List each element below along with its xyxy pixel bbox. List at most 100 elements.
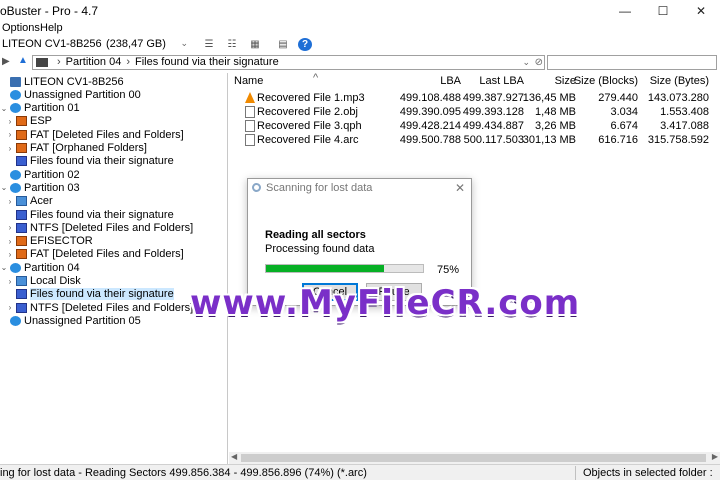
tree-item[interactable]: › NTFS [Deleted Files and Folders] xyxy=(6,301,194,314)
cell-size-bytes: 3.417.088 xyxy=(660,120,709,132)
table-row[interactable]: Recovered File 1.mp3 499.108.488 499.387.9… xyxy=(229,91,720,105)
cell-last-lba: 500.117.503 xyxy=(463,134,524,146)
status-divider xyxy=(575,466,576,480)
table-row[interactable]: Recovered File 2.obj 499.390.095 499.393.1… xyxy=(229,105,720,119)
tree-item[interactable]: ⌄ Partition 01 xyxy=(0,102,80,115)
column-name[interactable]: Name xyxy=(234,75,263,87)
expand-icon[interactable]: › xyxy=(6,303,14,312)
tree-item[interactable]: LITEON CV1-8B256 xyxy=(0,75,124,88)
tree-item-label: Unassigned Partition 00 xyxy=(24,88,141,101)
minimize-button[interactable]: — xyxy=(606,0,644,22)
expand-icon[interactable]: › xyxy=(6,144,14,153)
tree-item[interactable]: ⌄ Partition 03 xyxy=(0,181,80,194)
tree-item[interactable]: › ESP xyxy=(6,115,52,128)
table-row[interactable]: Recovered File 4.arc 499.500.788 500.117.5… xyxy=(229,133,720,147)
tree-item[interactable]: Partition 02 xyxy=(0,168,80,181)
scroll-thumb[interactable] xyxy=(241,454,706,462)
dialog-heading: Reading all sectors xyxy=(265,229,366,241)
tree-item-label: FAT [Deleted Files and Folders] xyxy=(30,248,184,261)
column-last-lba[interactable]: Last LBA xyxy=(479,75,524,87)
tree-item[interactable]: Unassigned Partition 00 xyxy=(0,88,141,101)
filesystem-icon xyxy=(16,249,27,260)
collapse-icon[interactable]: ⌄ xyxy=(0,183,8,192)
up-arrow-icon[interactable]: ▲ xyxy=(18,55,28,66)
sort-caret-icon: ^ xyxy=(313,72,319,84)
tree-item[interactable]: › FAT [Deleted Files and Folders] xyxy=(6,248,184,261)
maximize-button[interactable]: ☐ xyxy=(644,0,682,22)
status-bar: ing for lost data - Reading Sectors 499.… xyxy=(0,464,720,480)
partition-icon xyxy=(10,182,21,193)
tree-item-label: FAT [Deleted Files and Folders] xyxy=(30,128,184,141)
cell-size-blocks: 3.034 xyxy=(610,106,638,118)
horizontal-scrollbar[interactable]: ◀ ▶ xyxy=(229,452,720,464)
cell-lba: 499.390.095 xyxy=(399,106,461,118)
filesystem-icon xyxy=(16,116,27,127)
tree-item[interactable]: Files found via their signature xyxy=(6,155,174,168)
scroll-left-icon[interactable]: ◀ xyxy=(231,452,237,461)
path-box[interactable]: › Partition 04 › Files found via their sign… xyxy=(32,55,545,70)
tree-item[interactable]: › EFISECTOR xyxy=(6,235,93,248)
collapse-icon[interactable]: ⌄ xyxy=(0,104,8,113)
partition-icon xyxy=(10,89,21,100)
tree-item[interactable]: › Acer xyxy=(6,195,53,208)
address-bar: ▶ ▲ › Partition 04 › Files found via their … xyxy=(0,54,720,71)
chevron-down-icon: ⌄ xyxy=(180,38,188,48)
history-icon[interactable]: ⊘ xyxy=(535,56,543,69)
cell-size: 3,26 MB xyxy=(535,120,576,132)
table-row[interactable]: Recovered File 3.qph 499.428.214 499.434.8… xyxy=(229,119,720,133)
expand-icon[interactable]: › xyxy=(6,130,14,139)
expand-icon[interactable]: › xyxy=(6,117,14,126)
tree-item[interactable]: › Local Disk xyxy=(6,275,81,288)
detail-view-icon[interactable]: ☷ xyxy=(225,38,239,51)
grid-view-icon[interactable]: ▦ xyxy=(248,38,262,51)
drive-selector[interactable]: LITEON CV1-8B256 (238,47 GB) ⌄ xyxy=(0,37,190,53)
menu-help[interactable]: Help xyxy=(40,22,63,34)
help-icon[interactable]: ? xyxy=(298,38,312,51)
tree-item[interactable]: Unassigned Partition 05 xyxy=(0,314,141,327)
collapse-icon[interactable]: ⌄ xyxy=(0,263,8,272)
expand-icon[interactable]: › xyxy=(6,250,14,259)
column-lba[interactable]: LBA xyxy=(440,75,461,87)
expand-icon[interactable]: › xyxy=(6,277,14,286)
tree-item[interactable]: › NTFS [Deleted Files and Folders] xyxy=(6,221,194,234)
column-size-bytes[interactable]: Size (Bytes) xyxy=(650,75,709,87)
file-icon xyxy=(245,120,255,132)
tree-item[interactable]: › FAT [Deleted Files and Folders] xyxy=(6,128,184,141)
cell-last-lba: 499.434.887 xyxy=(462,120,524,132)
cell-size: 301,13 MB xyxy=(522,134,576,146)
expand-icon[interactable]: › xyxy=(6,197,14,206)
tree-item-label: Unassigned Partition 05 xyxy=(24,314,141,327)
tree-item-label: FAT [Orphaned Folders] xyxy=(30,142,147,154)
tree-item[interactable]: ⌄ Partition 04 xyxy=(0,261,80,274)
forward-arrow-icon[interactable]: ▶ xyxy=(2,56,10,67)
tree-item-label: NTFS [Deleted Files and Folders] xyxy=(30,301,194,314)
cell-size-blocks: 279.440 xyxy=(598,92,638,104)
tree-item[interactable]: Files found via their signature xyxy=(6,288,174,301)
column-size[interactable]: Size xyxy=(555,75,576,87)
signature-icon xyxy=(16,222,27,233)
partition-tree: LITEON CV1-8B256 Unassigned Partition 00 ⌄… xyxy=(0,73,228,464)
tree-item[interactable]: Files found via their signature xyxy=(6,208,174,221)
expand-icon[interactable]: › xyxy=(6,237,14,246)
path-folder[interactable]: Files found via their signature xyxy=(135,56,279,68)
chevron-down-icon[interactable]: ⌄ xyxy=(522,56,530,69)
scroll-right-icon[interactable]: ▶ xyxy=(712,452,718,461)
cell-name: Recovered File 4.arc xyxy=(257,134,359,146)
path-separator-icon: › xyxy=(126,56,130,68)
cell-lba: 499.108.488 xyxy=(399,92,461,104)
menu-options[interactable]: Options xyxy=(2,22,40,34)
progress-percent: 75% xyxy=(437,264,460,276)
column-size-blocks[interactable]: Size (Blocks) xyxy=(574,75,638,87)
search-input[interactable] xyxy=(547,55,717,70)
list-view-icon[interactable]: ☰ xyxy=(202,38,216,51)
dialog-close-icon[interactable]: ✕ xyxy=(455,181,465,195)
tree-item[interactable]: › FAT [Orphaned Folders] xyxy=(6,142,147,155)
partition-icon xyxy=(10,262,21,273)
drive-size: (238,47 GB) xyxy=(106,38,166,50)
close-button[interactable]: ✕ xyxy=(682,0,720,22)
dialog-title: Scanning for lost data xyxy=(266,182,373,194)
expand-icon[interactable]: › xyxy=(6,223,14,232)
recover-icon[interactable]: ▤ xyxy=(276,38,290,51)
progress-fill xyxy=(266,265,384,272)
path-partition[interactable]: Partition 04 xyxy=(66,56,122,68)
